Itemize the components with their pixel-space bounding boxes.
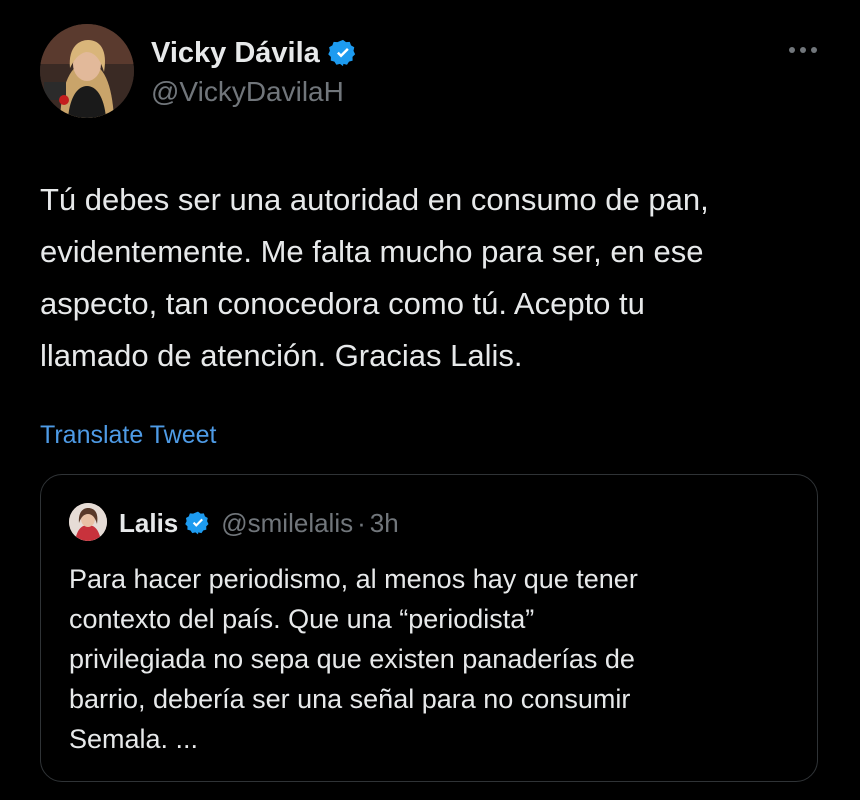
translate-tweet-link[interactable]: Translate Tweet [40, 420, 216, 450]
separator-dot: · [357, 507, 366, 538]
quote-avatar-image [69, 503, 107, 541]
quote-text-line: contexto del país. Que una “periodista” [69, 604, 535, 634]
tweet-text-line: Tú debes ser una autoridad en consumo de… [40, 182, 709, 217]
quote-text-line: Para hacer periodismo, al menos hay que … [69, 564, 638, 594]
verified-badge-icon [328, 38, 358, 68]
quote-author-handle[interactable]: @smilelalis [221, 508, 353, 539]
quote-author-avatar[interactable] [69, 503, 107, 541]
quote-text-line: privilegiada no sepa que existen panader… [69, 644, 635, 674]
author-name-row[interactable]: Vicky Dávila [151, 36, 358, 70]
tweet-text-line: llamado de atención. Gracias Lalis. [40, 338, 523, 373]
more-options-button[interactable] [786, 40, 820, 60]
tweet-text: Tú debes ser una autoridad en consumo de… [40, 174, 830, 382]
quoted-tweet-card[interactable]: Lalis @smilelalis · 3h Para hacer period… [40, 474, 818, 782]
author-handle[interactable]: @VickyDavilaH [151, 76, 344, 108]
tweet-text-line: evidentemente. Me falta mucho para ser, … [40, 234, 704, 269]
quote-author-name[interactable]: Lalis [119, 508, 178, 539]
quote-text-line: barrio, debería ser una señal para no co… [69, 684, 631, 714]
quote-text-line: Semala. ... [69, 724, 199, 754]
tweet-text-line: aspecto, tan conocedora como tú. Acepto … [40, 286, 645, 321]
quote-text: Para hacer periodismo, al menos hay que … [69, 559, 789, 759]
quote-header: Lalis @smilelalis · 3h [119, 505, 399, 541]
verified-badge-icon [185, 510, 211, 536]
author-name[interactable]: Vicky Dávila [151, 36, 320, 70]
more-horizontal-icon [789, 47, 817, 53]
quote-timestamp[interactable]: 3h [370, 508, 399, 539]
avatar-image [40, 24, 134, 118]
author-avatar[interactable] [40, 24, 134, 118]
